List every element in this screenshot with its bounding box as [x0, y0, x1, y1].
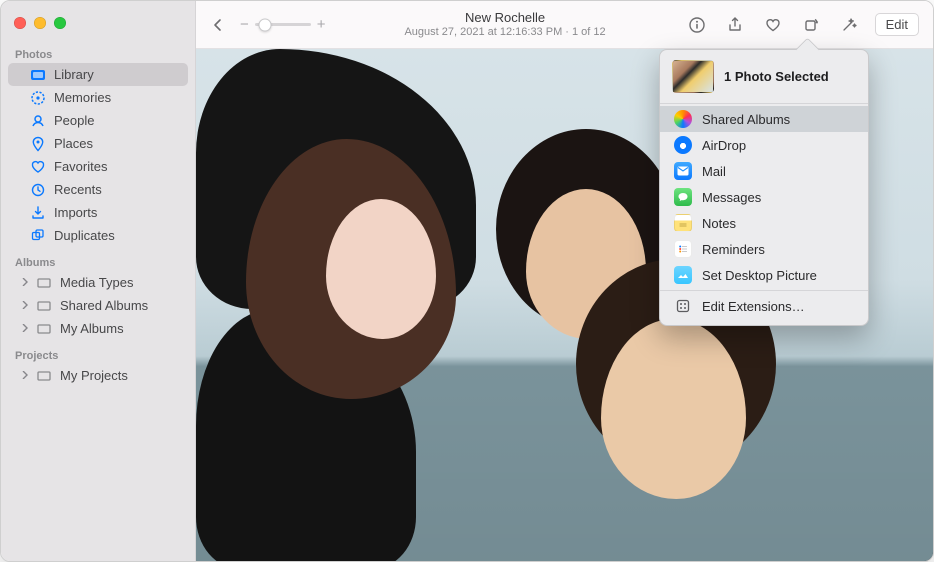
sidebar-item-library[interactable]: Library: [8, 63, 188, 86]
share-popover-thumbnail: [672, 60, 714, 93]
sidebar-item-label: My Projects: [60, 368, 128, 383]
zoom-thumb[interactable]: [258, 18, 271, 31]
messages-app-icon: [674, 188, 692, 206]
chevron-right-icon[interactable]: [21, 278, 31, 288]
sidebar-item-imports[interactable]: Imports: [8, 201, 188, 224]
main-content: − + New Rochelle August 27, 2021 at 12:1…: [196, 1, 933, 561]
sidebar-section-photos: Photos: [1, 39, 195, 63]
sidebar-item-my-albums[interactable]: My Albums: [8, 317, 188, 340]
photo-title: New Rochelle: [465, 11, 545, 26]
share-option-label: AirDrop: [702, 138, 746, 153]
share-option-messages[interactable]: Messages: [660, 184, 868, 210]
sidebar-item-label: Imports: [54, 205, 97, 220]
share-option-notes[interactable]: Notes: [660, 210, 868, 236]
share-option-reminders[interactable]: Reminders: [660, 236, 868, 262]
shared-albums-app-icon: [674, 110, 692, 128]
sidebar-item-favorites[interactable]: Favorites: [8, 155, 188, 178]
notes-app-icon: [674, 214, 692, 232]
sidebar-item-label: People: [54, 113, 94, 128]
rotate-button[interactable]: [799, 13, 823, 37]
minimize-window-button[interactable]: [34, 17, 46, 29]
sidebar-item-media-types[interactable]: Media Types: [8, 271, 188, 294]
library-icon: [30, 67, 46, 83]
toolbar: − + New Rochelle August 27, 2021 at 12:1…: [196, 1, 933, 49]
chevron-right-icon[interactable]: [21, 371, 31, 381]
chevron-right-icon[interactable]: [21, 324, 31, 334]
folder-icon: [36, 321, 52, 337]
share-popover-title: 1 Photo Selected: [724, 69, 829, 84]
people-icon: [30, 113, 46, 129]
share-option-airdrop[interactable]: AirDrop: [660, 132, 868, 158]
share-option-label: Reminders: [702, 242, 765, 257]
toolbar-title-area: New Rochelle August 27, 2021 at 12:16:33…: [332, 11, 679, 39]
zoom-window-button[interactable]: [54, 17, 66, 29]
share-option-label: Set Desktop Picture: [702, 268, 817, 283]
folder-icon: [36, 298, 52, 314]
sidebar: Photos Library Memories People Places: [1, 1, 196, 561]
sidebar-item-label: Favorites: [54, 159, 107, 174]
share-popover-header: 1 Photo Selected: [660, 58, 868, 101]
duplicates-icon: [30, 228, 46, 244]
sidebar-item-label: Shared Albums: [60, 298, 148, 313]
imports-icon: [30, 205, 46, 221]
chevron-right-icon[interactable]: [21, 301, 31, 311]
auto-enhance-button[interactable]: [837, 13, 861, 37]
sidebar-item-label: Places: [54, 136, 93, 151]
recents-icon: [30, 182, 46, 198]
zoom-out-icon: −: [240, 16, 249, 33]
share-option-label: Mail: [702, 164, 726, 179]
desktop-app-icon: [674, 266, 692, 284]
sidebar-item-my-projects[interactable]: My Projects: [8, 364, 188, 387]
favorites-icon: [30, 159, 46, 175]
window-controls: [1, 1, 195, 39]
zoom-slider[interactable]: − +: [240, 16, 326, 33]
photos-app-window: Photos Library Memories People Places: [0, 0, 934, 562]
share-option-label: Messages: [702, 190, 761, 205]
sidebar-section-projects: Projects: [1, 340, 195, 364]
sidebar-item-label: Media Types: [60, 275, 133, 290]
sidebar-item-label: Recents: [54, 182, 102, 197]
sidebar-section-albums: Albums: [1, 247, 195, 271]
mail-app-icon: [674, 162, 692, 180]
close-window-button[interactable]: [14, 17, 26, 29]
info-button[interactable]: [685, 13, 709, 37]
favorite-button[interactable]: [761, 13, 785, 37]
folder-icon: [36, 275, 52, 291]
sidebar-item-shared-albums[interactable]: Shared Albums: [8, 294, 188, 317]
share-popover: 1 Photo Selected Shared Albums AirDrop M…: [659, 49, 869, 326]
reminders-app-icon: [674, 240, 692, 258]
sidebar-item-recents[interactable]: Recents: [8, 178, 188, 201]
sidebar-item-label: Memories: [54, 90, 111, 105]
share-option-shared-albums[interactable]: Shared Albums: [660, 106, 868, 132]
sidebar-item-places[interactable]: Places: [8, 132, 188, 155]
places-icon: [30, 136, 46, 152]
edit-button[interactable]: Edit: [875, 13, 919, 36]
airdrop-app-icon: [674, 136, 692, 154]
share-option-mail[interactable]: Mail: [660, 158, 868, 184]
sidebar-item-label: Library: [54, 67, 94, 82]
sidebar-item-label: My Albums: [60, 321, 124, 336]
share-option-edit-extensions[interactable]: Edit Extensions…: [660, 293, 868, 319]
share-option-set-desktop-picture[interactable]: Set Desktop Picture: [660, 262, 868, 288]
divider: [660, 103, 868, 104]
share-option-label: Edit Extensions…: [702, 299, 805, 314]
zoom-in-icon: +: [317, 16, 326, 33]
sidebar-item-people[interactable]: People: [8, 109, 188, 132]
divider: [660, 290, 868, 291]
memories-icon: [30, 90, 46, 106]
share-button[interactable]: [723, 13, 747, 37]
share-option-label: Notes: [702, 216, 736, 231]
zoom-track[interactable]: [255, 23, 311, 26]
sidebar-item-duplicates[interactable]: Duplicates: [8, 224, 188, 247]
back-button[interactable]: [206, 13, 230, 37]
edit-extensions-icon: [674, 297, 692, 315]
sidebar-item-label: Duplicates: [54, 228, 115, 243]
folder-icon: [36, 368, 52, 384]
photo-subtitle: August 27, 2021 at 12:16:33 PM · 1 of 12: [404, 26, 605, 39]
share-option-label: Shared Albums: [702, 112, 790, 127]
sidebar-item-memories[interactable]: Memories: [8, 86, 188, 109]
